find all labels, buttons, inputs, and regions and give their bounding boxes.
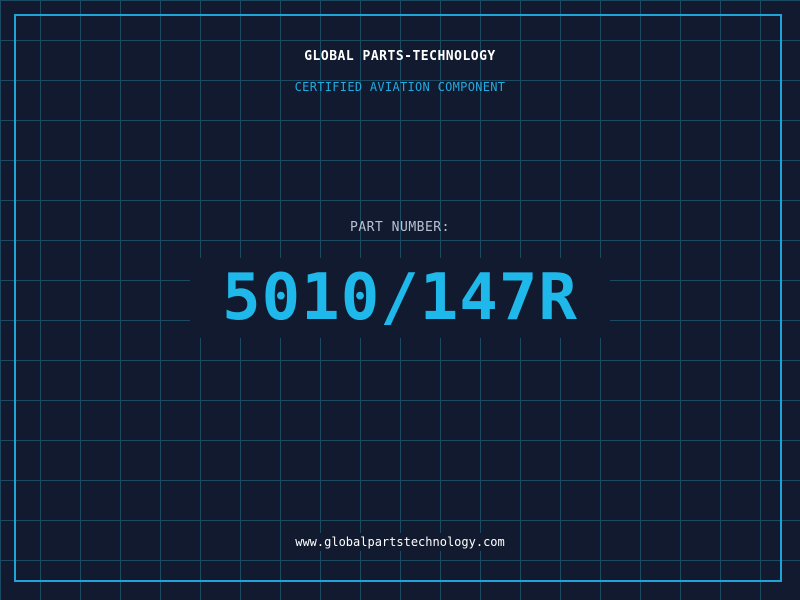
part-number-label: PART NUMBER: [350, 220, 450, 235]
brand-tagline: CERTIFIED AVIATION COMPONENT [294, 80, 506, 94]
website-link[interactable]: www.globalpartstechnology.com [291, 533, 509, 551]
brand-name: GLOBAL PARTS-TECHNOLOGY [304, 49, 496, 64]
footer: www.globalpartstechnology.com [0, 531, 800, 551]
part-number-value: 5010/147R [190, 258, 610, 338]
